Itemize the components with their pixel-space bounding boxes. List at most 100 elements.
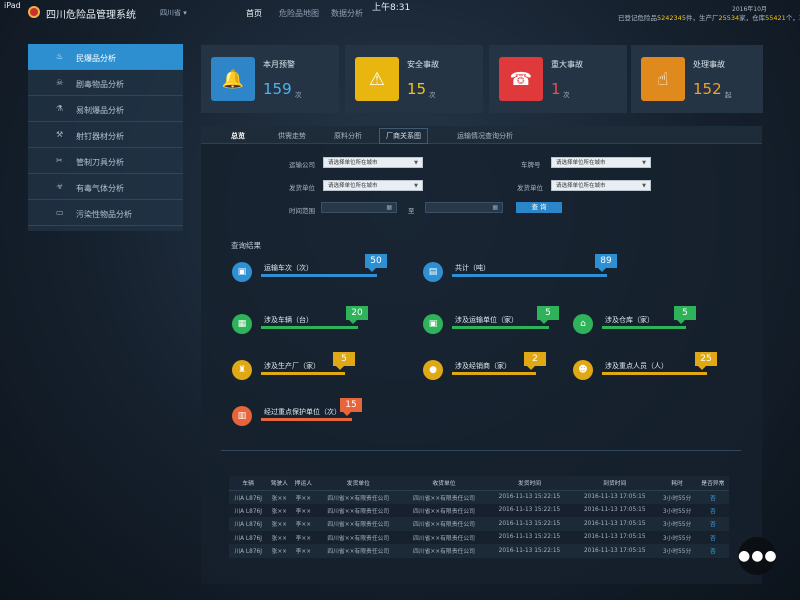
filter-label-transport-company: 运输公司 (289, 161, 315, 169)
select-value: 请选择单位所在城市 (556, 160, 606, 166)
sidebar-item-label: 有毒气体分析 (76, 184, 124, 193)
sender-select-2[interactable]: 请选择单位所在城市 ▼ (551, 180, 651, 191)
stat-card: ☎ 重大事故 1 次 (489, 45, 627, 113)
metric-value-badge: 5 (537, 306, 559, 324)
sidebar-item[interactable]: ✂ 管制刀具分析 (28, 148, 183, 174)
table-cell: 张×× (267, 503, 292, 517)
table-cell: 四川省××有限责任公司 (315, 490, 402, 504)
card-title: 重大事故 (551, 60, 583, 69)
sidebar-item[interactable]: ⚗ 易制爆品分析 (28, 96, 183, 122)
sidebar-item[interactable]: ▭ 污染性物品分析 (28, 200, 183, 226)
metric-label: 涉及经销商（家） (455, 362, 511, 370)
table-cell: 2016-11-13 17:05:15 (572, 544, 658, 558)
panel-tab[interactable]: 总览 (231, 131, 245, 141)
device-label: iPad (4, 1, 21, 10)
metric-bar (452, 372, 536, 375)
table-cell: 川A L876J (229, 503, 268, 517)
table-cell: 张×× (267, 517, 292, 531)
table-cell: 2016-11-13 17:05:15 (572, 517, 658, 531)
transport-company-select[interactable]: 请选择单位所在城市 ▼ (323, 157, 423, 168)
stat-card: ☝ 处理事故 152 起 (631, 45, 763, 113)
table-cell: 2016-11-13 17:05:15 (572, 503, 658, 517)
table-cell: 2016-11-13 17:05:15 (572, 530, 658, 544)
panel-tab[interactable]: 供需走势 (278, 131, 306, 141)
hand-tap-icon: ☝ (641, 57, 685, 101)
table-cell: 川A L876J (229, 517, 268, 531)
end-date-input[interactable]: ▦ (425, 202, 503, 213)
table-header-cell: 驾驶人 (267, 476, 292, 491)
table-row[interactable]: 川A L876J 张×× 李×× 四川省××有限责任公司 四川省××有限责任公司 2016… (229, 517, 729, 531)
table-row[interactable]: 川A L876J 张×× 李×× 四川省××有限责任公司 四川省××有限责任公司 2016… (229, 490, 729, 504)
sidebar-item-label: 污染性物品分析 (76, 210, 132, 219)
people-icon: ☻ (573, 360, 593, 380)
metric-bar (602, 326, 686, 329)
nail-gun-icon: ⚒ (56, 130, 64, 139)
panel-tab[interactable]: 运输情况查询分析 (457, 131, 513, 141)
table-cell: 张×× (267, 490, 292, 504)
card-title: 本月预警 (263, 60, 295, 69)
sidebar-item[interactable]: ☣ 有毒气体分析 (28, 174, 183, 200)
table-cell: 四川省××有限责任公司 (315, 544, 402, 558)
sidebar-item[interactable]: ☠ 剧毒物品分析 (28, 70, 183, 96)
metric-label: 经过重点保护单位（次） (264, 408, 341, 416)
chevron-down-icon: ▼ (414, 183, 418, 189)
table-header-cell: 是否异常 (696, 476, 729, 491)
table-row[interactable]: 川A L876J 张×× 李×× 四川省××有限责任公司 四川省××有限责任公司 2016… (229, 530, 729, 544)
sidebar-item-label: 射钉器材分析 (76, 132, 124, 141)
table-header-cell: 耗时 (657, 476, 697, 491)
metric-label: 涉及仓库（家） (605, 316, 654, 324)
stats-text: 已登记危险品 (618, 14, 657, 22)
sidebar-item[interactable]: ♨ 民爆品分析 (28, 44, 183, 70)
table-cell: 四川省××有限责任公司 (401, 490, 487, 504)
table-header-cell: 发货单位 (315, 476, 402, 491)
table-row[interactable]: 川A L876J 张×× 李×× 四川省××有限责任公司 四川省××有限责任公司 2016… (229, 503, 729, 517)
table-cell: 李×× (291, 530, 316, 544)
truck-icon: ▣ (232, 262, 252, 282)
region-select[interactable]: 四川省 ▾ (160, 8, 187, 18)
calendar-icon: ▦ (492, 204, 498, 211)
metric-value-badge: 5 (674, 306, 696, 324)
anomaly-flag-cell: 否 (696, 517, 729, 531)
start-date-input[interactable]: ▦ (321, 202, 397, 213)
filter-label-plate-number: 车牌号 (521, 161, 541, 169)
region-label: 四川省 (160, 9, 181, 17)
metric-label: 涉及重点人员（人） (605, 362, 668, 370)
metric-value-badge: 15 (340, 398, 362, 416)
nav-tab-data-analysis[interactable]: 数据分析 (331, 8, 363, 19)
nav-tab-home[interactable]: 首页 (246, 8, 262, 19)
table-body: 川A L876J 张×× 李×× 四川省××有限责任公司 四川省××有限责任公司 2016… (229, 490, 729, 558)
panel-tab[interactable]: 厂商关系图 (379, 128, 428, 144)
anomaly-flag-cell: 否 (696, 544, 729, 558)
card-value: 159 (263, 80, 292, 98)
ellipsis-icon: ●●● (738, 548, 778, 564)
building-icon: ▥ (232, 406, 252, 426)
query-button[interactable]: 查 询 (516, 202, 562, 213)
table-row[interactable]: 川A L876J 张×× 李×× 四川省××有限责任公司 四川省××有限责任公司 2016… (229, 544, 729, 558)
table-cell: 李×× (291, 490, 316, 504)
table-header-cell: 收货单位 (401, 476, 487, 491)
battery-icon: ▭ (56, 208, 64, 217)
table-cell: 四川省××有限责任公司 (401, 503, 487, 517)
metric-value-badge: 5 (333, 352, 355, 370)
metric-label: 涉及车辆（台） (264, 316, 313, 324)
sender-select[interactable]: 请选择单位所在城市 ▼ (323, 180, 423, 191)
card-value: 1 (551, 80, 561, 98)
plate-number-select[interactable]: 请选择单位所在城市 ▼ (551, 157, 651, 168)
sidebar-item[interactable]: ⚒ 射钉器材分析 (28, 122, 183, 148)
transport-table: 车辆 驾驶人 押运人 发货单位 收货单位 发货时间 到货时间 耗时 是否异常 川A L876J 张… (229, 476, 729, 558)
chevron-down-icon: ▾ (183, 9, 187, 17)
table-cell: 2016-11-13 15:22:15 (486, 530, 573, 544)
metric-value-badge: 25 (695, 352, 717, 370)
table-cell: 张×× (267, 544, 292, 558)
filter-label-sender: 发货单位 (289, 184, 315, 192)
table-header-cell: 车辆 (229, 476, 268, 491)
table-cell: 四川省××有限责任公司 (315, 530, 402, 544)
more-options-button[interactable]: ●●● (738, 537, 778, 575)
select-value: 请选择单位所在城市 (556, 183, 606, 189)
warehouse-icon: ⌂ (573, 314, 593, 334)
panel-tab[interactable]: 原料分析 (334, 131, 362, 141)
anomaly-flag-cell: 否 (696, 503, 729, 517)
nav-tab-hazmat-map[interactable]: 危险品地图 (279, 8, 319, 19)
table-cell: 3小时55分 (657, 530, 697, 544)
table-cell: 3小时55分 (657, 517, 697, 531)
